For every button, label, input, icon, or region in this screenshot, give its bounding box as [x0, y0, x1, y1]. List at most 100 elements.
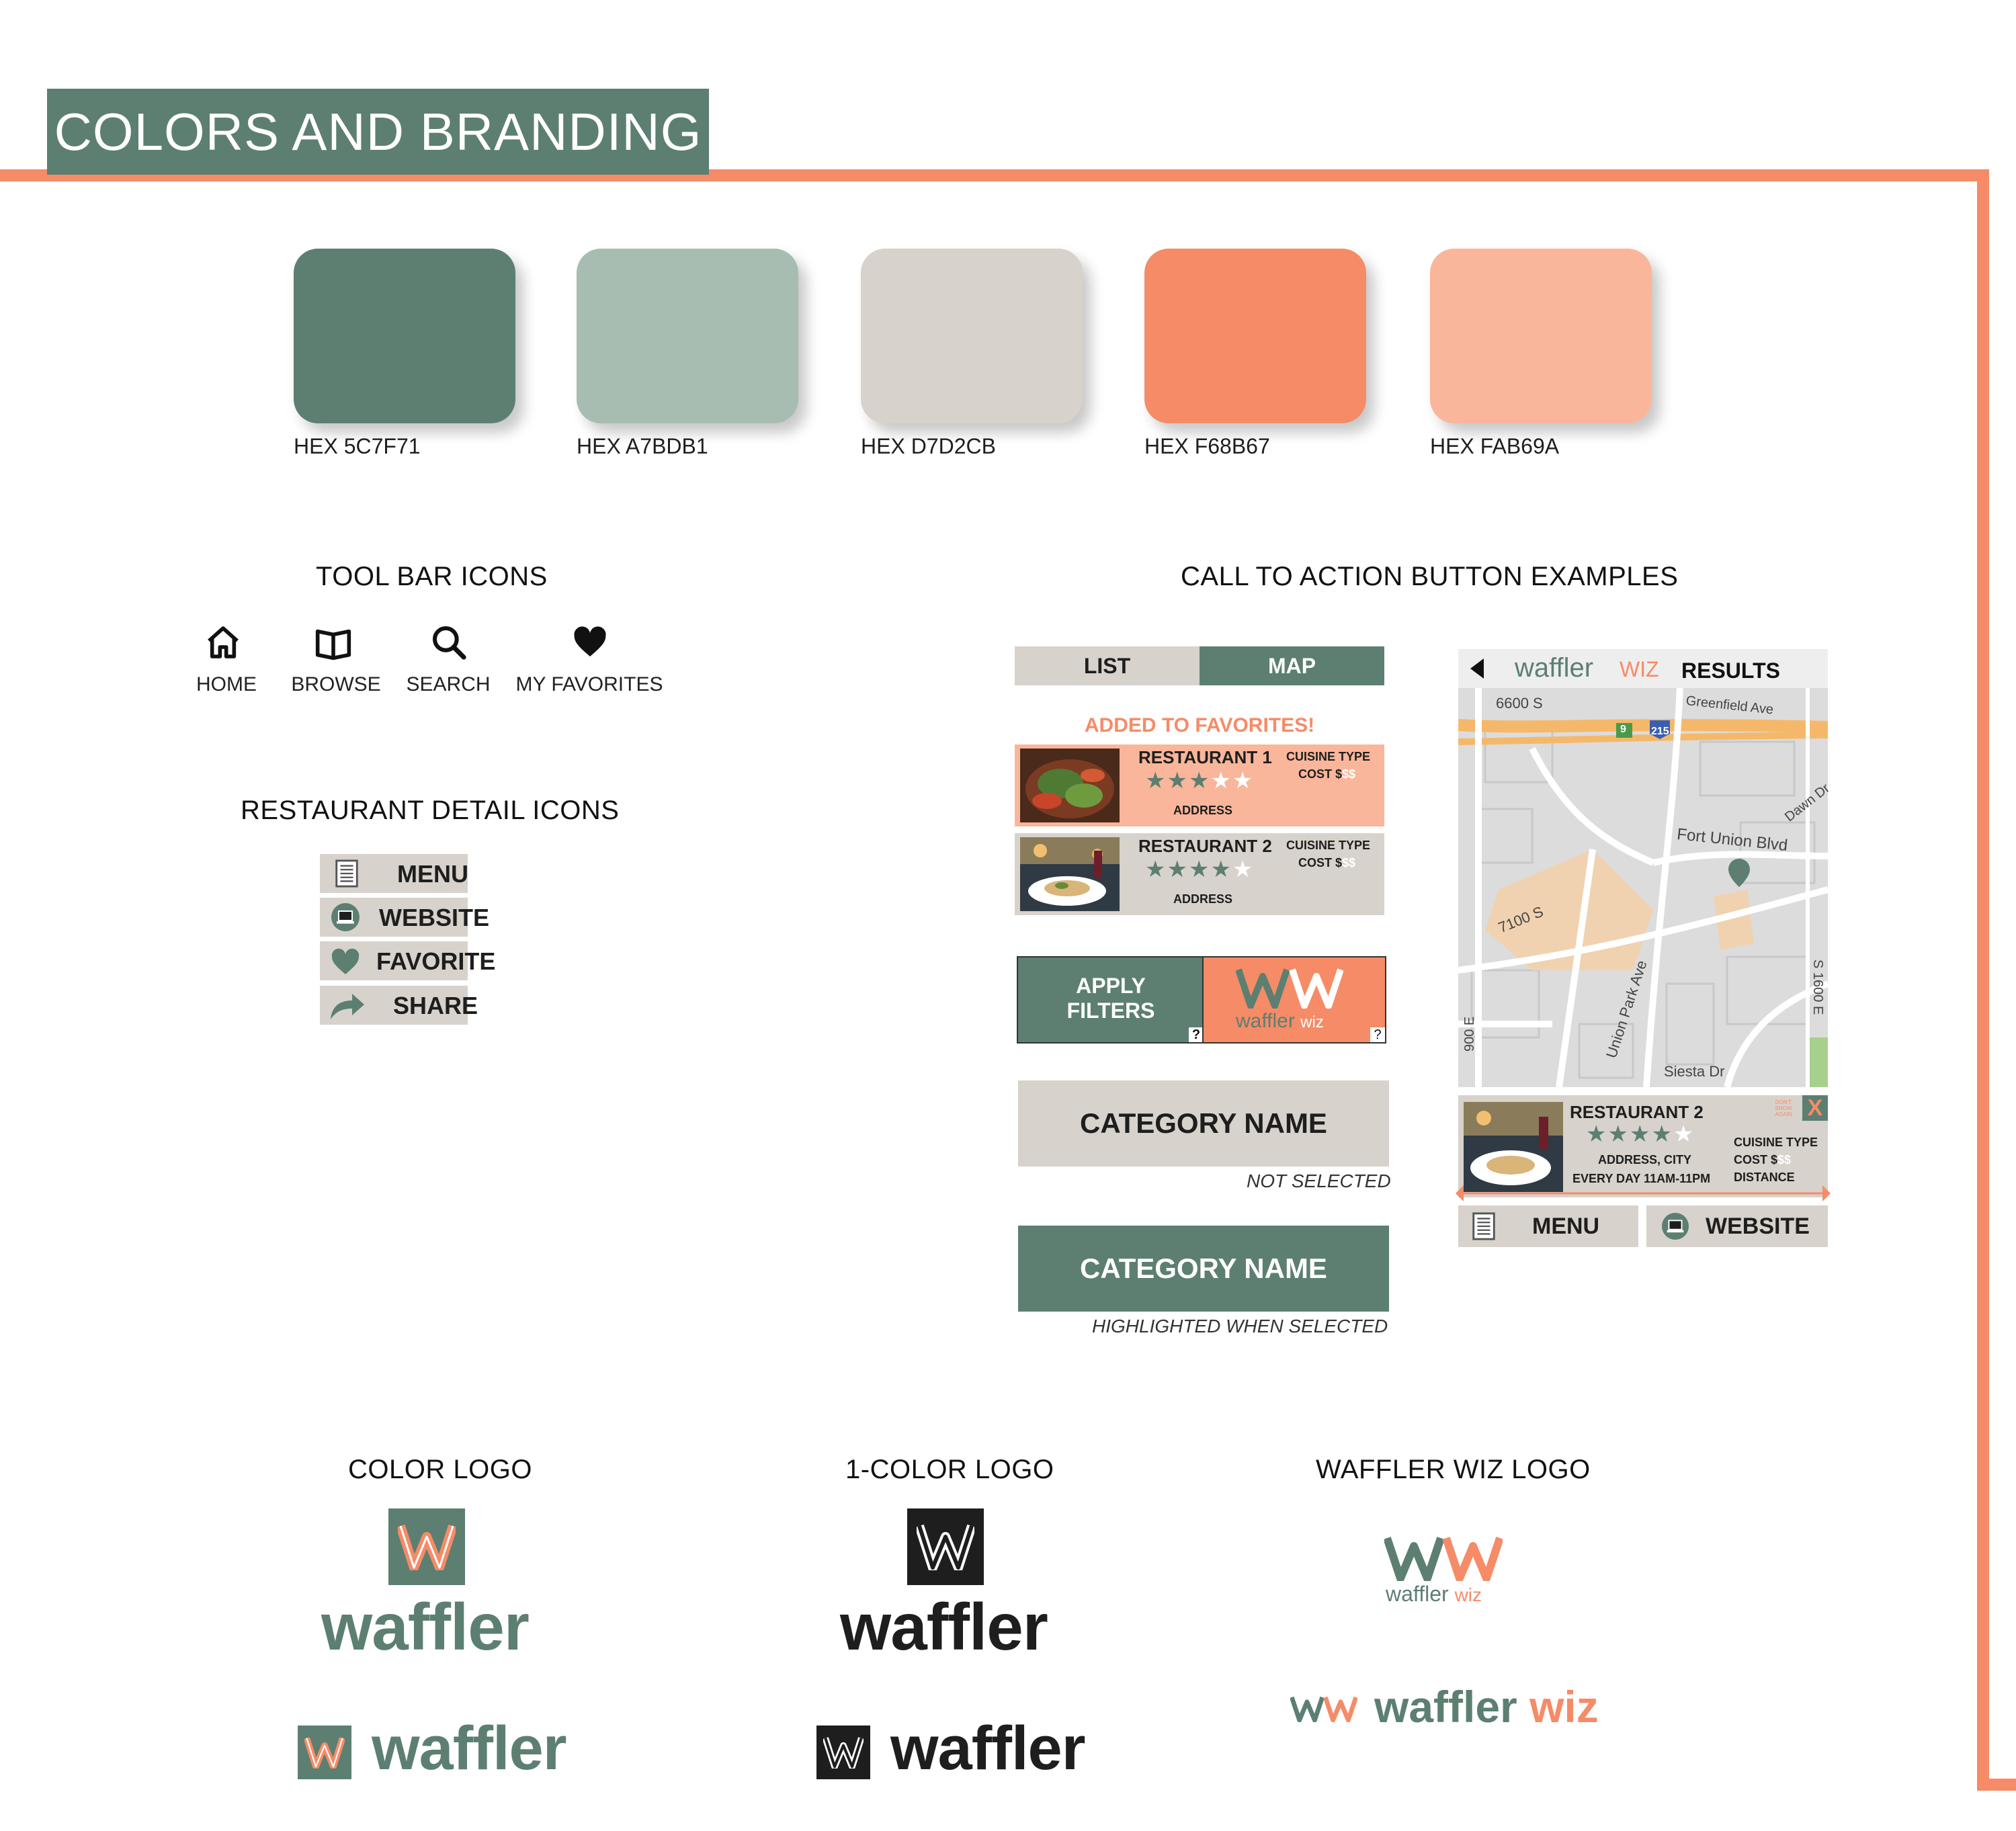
website-button-label: WEBSITE — [1706, 1213, 1810, 1239]
search-icon[interactable] — [430, 624, 468, 661]
website-button[interactable]: WEBSITE — [1646, 1205, 1828, 1247]
cost-indicator: COST $$$ — [1298, 856, 1356, 869]
apply-filters-label: FILTERS — [1066, 998, 1155, 1023]
apply-filters-button[interactable]: APPLY FILTERS ? — [1017, 956, 1205, 1044]
toolbar-label-search: SEARCH — [406, 673, 491, 695]
swatch-label: HEX F68B67 — [1144, 434, 1270, 458]
heart-icon[interactable] — [571, 624, 609, 661]
swatch-coral — [1144, 249, 1366, 423]
food-photo — [1020, 749, 1120, 822]
category-button-unselected[interactable]: CATEGORY NAME — [1018, 1080, 1389, 1166]
waffler-wiz-wordmark: waffler wiz — [1236, 1010, 1324, 1032]
waffler-wiz-stacked-wordmark: waffler wiz — [1386, 1582, 1482, 1606]
laptop-icon — [331, 903, 360, 931]
carousel-arrows-icon[interactable] — [1456, 1185, 1831, 1201]
w-mark-icon — [304, 1737, 345, 1769]
added-to-favorites-message: ADDED TO FAVORITES! — [1084, 714, 1315, 736]
toolbar-heading: TOOL BAR ICONS — [316, 562, 548, 591]
w-mark-icon — [917, 1524, 974, 1570]
share-icon — [331, 994, 364, 1019]
result-card[interactable]: RESTAURANT 2 ★★★★★ ADDRESS, CITY EVERY D… — [1456, 1095, 1831, 1201]
waffler-wiz-horizontal-wordmark: waffler wiz — [1374, 1682, 1599, 1732]
swatch-label: HEX 5C7F71 — [294, 434, 421, 458]
category-button-selected[interactable]: CATEGORY NAME — [1018, 1226, 1389, 1312]
restaurant-name: RESTAURANT 2 — [1138, 836, 1272, 856]
swatch-green — [294, 249, 515, 423]
one-color-logo-horizontal-wordmark: waffler — [890, 1714, 1086, 1783]
waffler-wiz-mark-icon — [1236, 968, 1343, 1009]
exit-sign: 9 — [1620, 724, 1626, 735]
close-button[interactable]: X — [1802, 1095, 1828, 1121]
book-icon[interactable] — [314, 624, 352, 661]
waffler-wiz-button[interactable]: waffler wiz ? — [1202, 956, 1386, 1044]
results-title: RESULTS — [1681, 658, 1780, 683]
not-selected-caption: NOT SELECTED — [1247, 1170, 1391, 1191]
map-view[interactable] — [1458, 688, 1828, 1087]
highlighted-caption: HIGHLIGHTED WHEN SELECTED — [1092, 1316, 1388, 1336]
one-color-logo-small-mark — [816, 1726, 870, 1779]
swatch-label: HEX FAB69A — [1430, 434, 1560, 458]
distance: DISTANCE — [1734, 1170, 1795, 1184]
waffler-wiz-logo-heading: WAFFLER WIZ LOGO — [1316, 1455, 1591, 1484]
back-arrow-icon[interactable] — [1470, 658, 1484, 679]
swatch-sage — [577, 249, 798, 423]
waffler-wiz-mark-icon — [1384, 1537, 1503, 1581]
frame-line-right — [1977, 169, 1989, 1791]
page-title: COLORS AND BRANDING — [47, 89, 709, 175]
map-toggle-button[interactable]: MAP — [1200, 646, 1384, 685]
results-header: waffler WIZ RESULTS — [1458, 649, 1828, 688]
detail-icons-heading: RESTAURANT DETAIL ICONS — [241, 796, 620, 825]
swatch-label: HEX D7D2CB — [861, 434, 996, 458]
dont-show-again-link[interactable]: DON'T SHOW AGAIN — [1769, 1099, 1798, 1117]
restaurant-card[interactable]: RESTAURANT 2 ★★★★★ ADDRESS CUISINE TYPE … — [1015, 833, 1384, 915]
map-label: 6600 S — [1496, 695, 1543, 712]
menu-icon — [1472, 1212, 1495, 1240]
rating-stars: ★★★★★ — [1586, 1121, 1695, 1147]
laptop-icon — [1661, 1212, 1689, 1240]
map-label: 900 E — [1462, 1016, 1477, 1052]
restaurant-name: RESTAURANT 1 — [1138, 747, 1272, 767]
menu-button[interactable]: MENU — [1458, 1205, 1638, 1247]
cuisine-type: CUISINE TYPE — [1286, 750, 1371, 763]
restaurant-hours: EVERY DAY 11AM-11PM — [1572, 1172, 1711, 1185]
food-photo — [1464, 1102, 1563, 1192]
restaurant-address: ADDRESS, CITY — [1598, 1153, 1692, 1166]
detail-button-favorite[interactable]: FAVORITE — [320, 941, 495, 980]
heart-icon — [331, 948, 360, 974]
food-photo — [1020, 837, 1120, 911]
frame-line-bottom — [1977, 1779, 2016, 1791]
menu-button-label: MENU — [1532, 1213, 1600, 1239]
help-icon[interactable]: ? — [1370, 1027, 1385, 1042]
color-logo-small-mark — [298, 1726, 351, 1779]
list-toggle-button[interactable]: LIST — [1015, 646, 1200, 685]
detail-label: SHARE — [393, 992, 478, 1019]
w-mark-icon — [823, 1737, 864, 1769]
restaurant-card[interactable]: RESTAURANT 1 ★★★★★ ADDRESS CUISINE TYPE … — [1015, 744, 1384, 826]
color-logo-wordmark: waffler — [321, 1590, 530, 1664]
detail-button-share[interactable]: SHARE — [320, 986, 478, 1025]
detail-button-menu[interactable]: MENU — [320, 854, 468, 893]
cuisine-type: CUISINE TYPE — [1286, 839, 1371, 852]
interstate-shield: 215 — [1651, 726, 1669, 737]
map-label: Siesta Dr — [1664, 1063, 1725, 1080]
help-icon[interactable]: ? — [1189, 1027, 1204, 1042]
toolbar-label-favorites: MY FAVORITES — [515, 673, 663, 695]
color-logo-heading: COLOR LOGO — [348, 1455, 532, 1484]
one-color-logo-heading: 1-COLOR LOGO — [845, 1455, 1054, 1484]
rating-stars: ★★★★★ — [1145, 768, 1255, 794]
waffler-wiz-small-mark-icon — [1290, 1696, 1357, 1722]
swatch-stone — [861, 249, 1083, 423]
detail-button-website[interactable]: WEBSITE — [320, 898, 489, 937]
brand-wordmark: waffler — [1515, 653, 1594, 683]
one-color-logo-wordmark: waffler — [840, 1590, 1048, 1664]
detail-label: FAVORITE — [376, 947, 496, 975]
detail-label: WEBSITE — [379, 904, 490, 931]
swatch-label: HEX A7BDB1 — [577, 434, 708, 458]
one-color-logo-mark — [907, 1508, 984, 1585]
restaurant-name: RESTAURANT 2 — [1570, 1102, 1704, 1122]
color-logo-mark — [388, 1508, 465, 1585]
restaurant-address: ADDRESS — [1173, 804, 1233, 817]
home-icon[interactable] — [204, 624, 242, 661]
apply-filters-label: APPLY — [1076, 974, 1146, 998]
brand-wordmark-wiz: WIZ — [1620, 657, 1659, 681]
